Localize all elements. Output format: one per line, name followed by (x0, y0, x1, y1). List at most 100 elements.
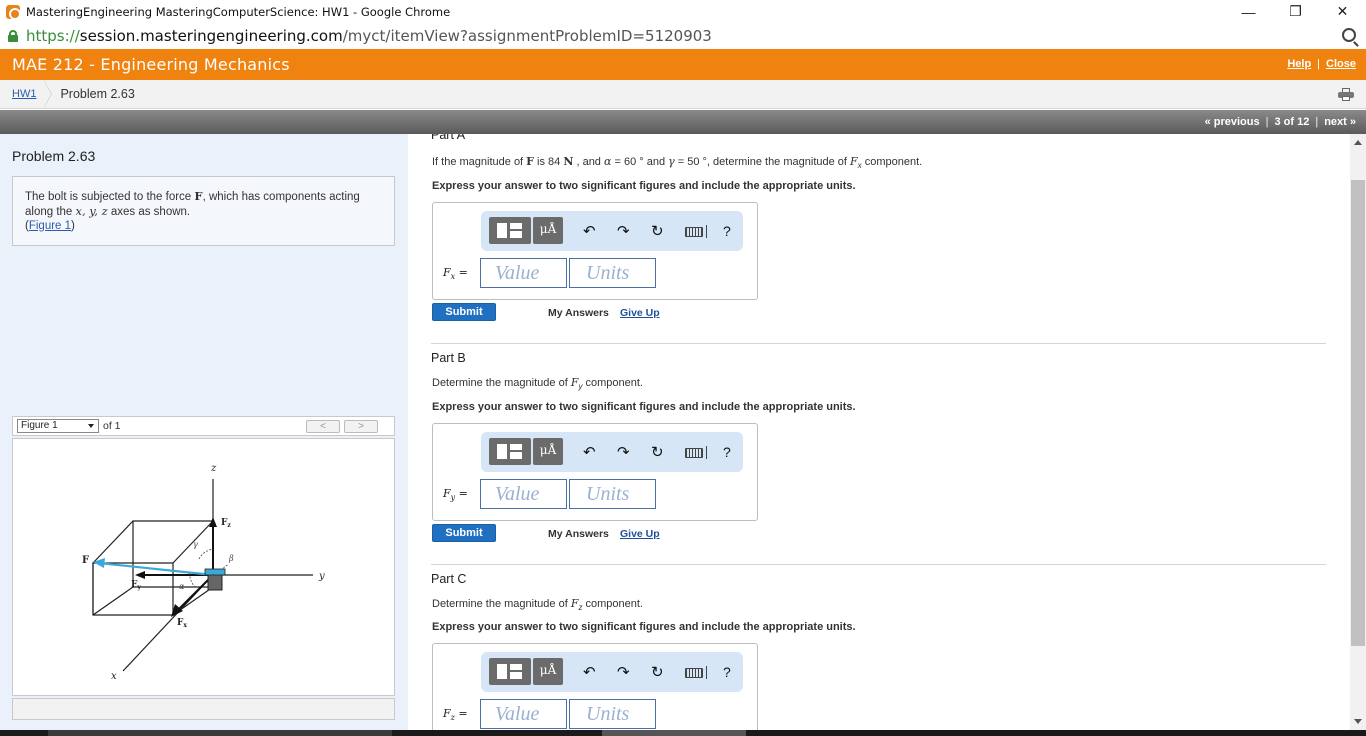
question-text: = 50 °, determine the magnitude of (674, 156, 851, 168)
equation-toolbar: μÅ ↶ ↷ ↻ ? (481, 211, 743, 251)
units-button[interactable]: μÅ (533, 438, 563, 465)
fx-value-input[interactable]: Value (480, 258, 567, 288)
fz-value-input[interactable]: Value (480, 699, 567, 729)
part-b: Part B (431, 351, 1326, 365)
figure-select[interactable]: Figure 1 (17, 419, 99, 433)
toolbar-separator (706, 225, 707, 238)
reset-icon[interactable]: ↻ (651, 663, 664, 681)
redo-icon[interactable]: ↷ (617, 663, 630, 681)
breadcrumb-arrow-icon (44, 79, 54, 109)
scrollbar-thumb[interactable] (1351, 180, 1365, 646)
fy-units-input[interactable]: Units (569, 479, 656, 509)
scroll-down-icon[interactable] (1354, 719, 1362, 724)
scroll-up-icon[interactable] (1354, 140, 1362, 145)
templates-button[interactable] (489, 658, 531, 685)
header-link-separator: | (1317, 58, 1321, 70)
app-icon (6, 4, 21, 20)
help-icon[interactable]: ? (723, 444, 731, 460)
taskbar-item[interactable] (48, 730, 392, 736)
breadcrumb-assignment-link[interactable]: HW1 (12, 88, 36, 100)
question-text: Determine the magnitude of (432, 377, 571, 389)
undo-icon[interactable]: ↶ (583, 663, 596, 681)
keyboard-icon[interactable] (685, 227, 703, 237)
part-b-instructions: Express your answer to two significant f… (432, 401, 856, 413)
help-link[interactable]: Help (1287, 58, 1311, 70)
fz-label: Fz (221, 518, 231, 529)
breadcrumb-current: Problem 2.63 (60, 87, 135, 101)
figure-count: of 1 (103, 420, 121, 432)
zoom-icon[interactable] (1342, 28, 1356, 42)
fx-field-label: Fx = (443, 266, 468, 282)
reset-icon[interactable]: ↻ (651, 222, 664, 240)
part-divider (431, 343, 1326, 344)
figure-next-button[interactable]: > (344, 420, 378, 433)
page-scrollbar[interactable] (1350, 134, 1366, 730)
fx-label: Fx (177, 618, 187, 629)
nav-separator: | (1265, 116, 1269, 128)
restore-button[interactable]: ❐ (1272, 0, 1319, 23)
question-text: is 84 (533, 156, 564, 168)
course-header: MAE 212 - Engineering Mechanics Help | C… (0, 49, 1366, 80)
question-text: If the magnitude of (432, 156, 527, 168)
undo-icon[interactable]: ↶ (583, 443, 596, 461)
minimize-button[interactable]: — (1225, 0, 1272, 23)
previous-link[interactable]: « previous (1205, 116, 1260, 128)
keyboard-icon[interactable] (685, 668, 703, 678)
part-a-my-answers: My Answers (548, 307, 609, 319)
redo-icon[interactable]: ↷ (617, 222, 630, 240)
part-a-submit-button[interactable]: Submit (432, 303, 496, 321)
templates-button[interactable] (489, 217, 531, 244)
bolt-force-diagram: z y x F Fz Fy Fx α β γ (82, 463, 325, 682)
fz-units-input[interactable]: Units (569, 699, 656, 729)
problem-panel: Problem 2.63 The bolt is subjected to th… (0, 134, 408, 736)
figure-prev-button[interactable]: < (306, 420, 340, 433)
units-button[interactable]: μÅ (533, 217, 563, 244)
unit-symbol: N (563, 155, 574, 168)
axes-symbols: x, y, z (75, 204, 108, 218)
force-symbol: F (526, 155, 534, 168)
force-symbol: F (194, 189, 203, 203)
url-text[interactable]: https://session.masteringengineering.com… (26, 27, 712, 45)
reset-icon[interactable]: ↻ (651, 443, 664, 461)
equation-toolbar: μÅ ↶ ↷ ↻ ? (481, 432, 743, 472)
part-b-give-up-link[interactable]: Give Up (620, 528, 660, 540)
part-a-give-up-link[interactable]: Give Up (620, 307, 660, 319)
url-host: session.masteringengineering.com (79, 27, 343, 45)
help-icon[interactable]: ? (723, 223, 731, 239)
part-a-instructions: Express your answer to two significant f… (432, 180, 856, 192)
templates-button[interactable] (489, 438, 531, 465)
address-bar[interactable]: https://session.masteringengineering.com… (0, 23, 1366, 49)
url-scheme: https:// (26, 27, 80, 45)
y-axis-label: y (318, 571, 325, 582)
chevron-down-icon (88, 424, 94, 428)
part-b-question: Determine the magnitude of Fy component. (432, 376, 643, 391)
keyboard-icon[interactable] (685, 448, 703, 458)
breadcrumb: HW1 Problem 2.63 (0, 79, 1366, 109)
part-c-instructions: Express your answer to two significant f… (432, 621, 856, 633)
taskbar-item[interactable] (602, 730, 746, 736)
redo-icon[interactable]: ↷ (617, 443, 630, 461)
fy-label: Fy (131, 580, 141, 591)
course-title: MAE 212 - Engineering Mechanics (12, 55, 290, 74)
f-label: F (82, 555, 89, 566)
figure-link[interactable]: Figure 1 (29, 220, 71, 232)
undo-icon[interactable]: ↶ (583, 222, 596, 240)
part-c-title: Part C (431, 572, 467, 586)
printer-icon[interactable] (1338, 88, 1354, 101)
units-button[interactable]: μÅ (533, 658, 563, 685)
description-text: axes as shown. (107, 206, 191, 218)
part-divider (431, 564, 1326, 565)
help-icon[interactable]: ? (723, 664, 731, 680)
part-a-title: Part A (431, 134, 466, 142)
part-a-question: If the magnitude of F is 84 N , and α = … (432, 155, 922, 170)
part-b-submit-button[interactable]: Submit (432, 524, 496, 542)
fy-value-input[interactable]: Value (480, 479, 567, 509)
part-a-answer-box: μÅ ↶ ↷ ↻ ? Fx = Value Units (432, 202, 758, 300)
fx-units-input[interactable]: Units (569, 258, 656, 288)
part-b-my-answers: My Answers (548, 528, 609, 540)
lock-icon (8, 30, 18, 42)
close-window-button[interactable]: ✕ (1319, 0, 1366, 23)
close-paren: ) (71, 220, 75, 232)
next-link[interactable]: next » (1324, 116, 1356, 128)
close-link[interactable]: Close (1326, 58, 1356, 70)
